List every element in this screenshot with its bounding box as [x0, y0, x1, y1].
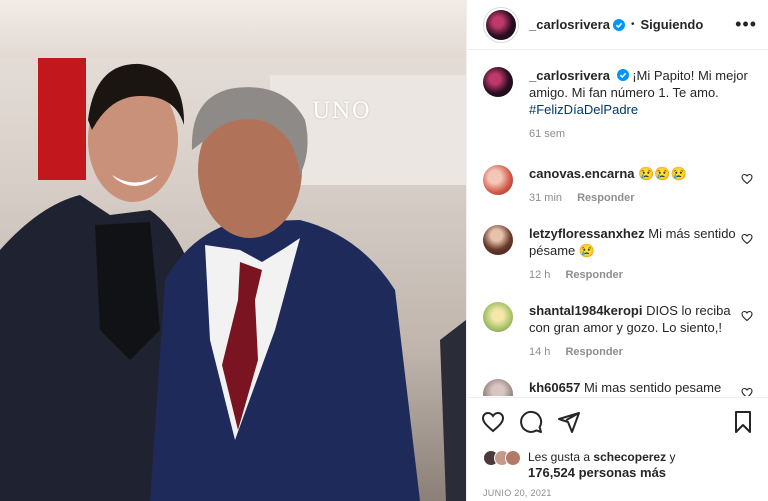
- comment-avatar[interactable]: [483, 302, 513, 332]
- post-date[interactable]: JUNIO 20, 2021: [483, 488, 552, 498]
- like-comment-heart-icon[interactable]: [741, 233, 753, 245]
- comment-text: Mi mas sentido pesame: [583, 380, 722, 395]
- post-actions: Les gusta a schecoperez y 176,524 person…: [467, 397, 768, 501]
- comment-body: kh60657 Mi mas sentido pesame: [529, 379, 749, 396]
- caption-body: _carlosrivera ¡Mi Papito! Mi mejor amigo…: [529, 67, 749, 143]
- comment-body: letzyfloressanxhez Mi más sentido pésame…: [529, 225, 749, 284]
- likes-conjunction: y: [669, 450, 676, 464]
- caption-avatar[interactable]: [483, 67, 513, 97]
- comment-meta: 12 h Responder: [529, 267, 749, 284]
- likes-user-link[interactable]: schecoperez: [593, 450, 666, 464]
- comment-bubble-icon[interactable]: [519, 410, 543, 434]
- comment-avatar[interactable]: [483, 225, 513, 255]
- like-comment-heart-icon[interactable]: [741, 387, 753, 396]
- header-username[interactable]: _carlosrivera: [529, 17, 610, 32]
- comment-username[interactable]: letzyfloressanxhez: [529, 226, 645, 241]
- more-horizontal-icon[interactable]: •••: [735, 15, 757, 33]
- instagram-post: UNO _carlosrivera • Siguiendo ••• _carlo…: [0, 0, 768, 501]
- reply-button[interactable]: Responder: [565, 346, 622, 358]
- likes-text: Les gusta a schecoperez y 176,524 person…: [528, 450, 675, 481]
- caption-hashtag[interactable]: #FelizDíaDelPadre: [529, 102, 638, 117]
- verified-badge-icon: [612, 18, 625, 31]
- share-send-icon[interactable]: [557, 410, 581, 434]
- caption-verified-icon: [616, 69, 629, 81]
- comment-username[interactable]: kh60657: [529, 380, 580, 395]
- comment-meta: 14 h Responder: [529, 344, 749, 361]
- action-icons: [481, 410, 595, 434]
- comment-time[interactable]: 14 h: [529, 346, 550, 358]
- like-comment-heart-icon[interactable]: [741, 310, 753, 322]
- comment-body: shantal1984keropi DIOS lo reciba con gra…: [529, 302, 749, 361]
- reply-button[interactable]: Responder: [577, 192, 634, 204]
- comment-meta: 31 min Responder: [529, 190, 749, 207]
- comment-item: letzyfloressanxhez Mi más sentido pésame…: [483, 225, 753, 284]
- comment-item: kh60657 Mi mas sentido pesame: [483, 379, 753, 396]
- comment-avatar[interactable]: [483, 165, 513, 195]
- comment-avatar[interactable]: [483, 379, 513, 396]
- following-button[interactable]: Siguiendo: [640, 17, 703, 32]
- like-heart-icon[interactable]: [481, 410, 505, 434]
- likes-count-link[interactable]: 176,524 personas más: [528, 465, 666, 480]
- likes-prefix: Les gusta a: [528, 450, 591, 464]
- comment-time[interactable]: 31 min: [529, 192, 562, 204]
- comment-username[interactable]: shantal1984keropi: [529, 303, 642, 318]
- caption-time[interactable]: 61 sem: [529, 128, 565, 140]
- post-header: _carlosrivera • Siguiendo •••: [467, 0, 768, 50]
- comment-item: canovas.encarna 😢😢😢 31 min Responder: [483, 165, 753, 207]
- comment-time[interactable]: 12 h: [529, 269, 550, 281]
- comment-username[interactable]: canovas.encarna: [529, 166, 635, 181]
- header-separator: •: [630, 19, 635, 30]
- comment-item: shantal1984keropi DIOS lo reciba con gra…: [483, 302, 753, 361]
- caption-meta: 61 sem: [529, 126, 749, 143]
- likes-summary: Les gusta a schecoperez y 176,524 person…: [483, 450, 675, 481]
- post-photo[interactable]: UNO: [0, 0, 466, 501]
- caption-username[interactable]: _carlosrivera: [529, 68, 610, 83]
- header-avatar-ring[interactable]: [483, 6, 519, 43]
- liker-avatar[interactable]: [505, 450, 521, 466]
- caption: _carlosrivera ¡Mi Papito! Mi mejor amigo…: [483, 67, 753, 143]
- post-sidebar: _carlosrivera • Siguiendo ••• _carlosriv…: [466, 0, 768, 501]
- header-avatar[interactable]: [486, 9, 516, 40]
- comments-list[interactable]: _carlosrivera ¡Mi Papito! Mi mejor amigo…: [467, 51, 768, 396]
- save-bookmark-icon[interactable]: [731, 410, 755, 434]
- like-comment-heart-icon[interactable]: [741, 173, 753, 185]
- comment-text: 😢😢😢: [638, 166, 687, 181]
- comment-body: canovas.encarna 😢😢😢 31 min Responder: [529, 165, 749, 207]
- photo-people: [0, 63, 466, 501]
- reply-button[interactable]: Responder: [565, 269, 622, 281]
